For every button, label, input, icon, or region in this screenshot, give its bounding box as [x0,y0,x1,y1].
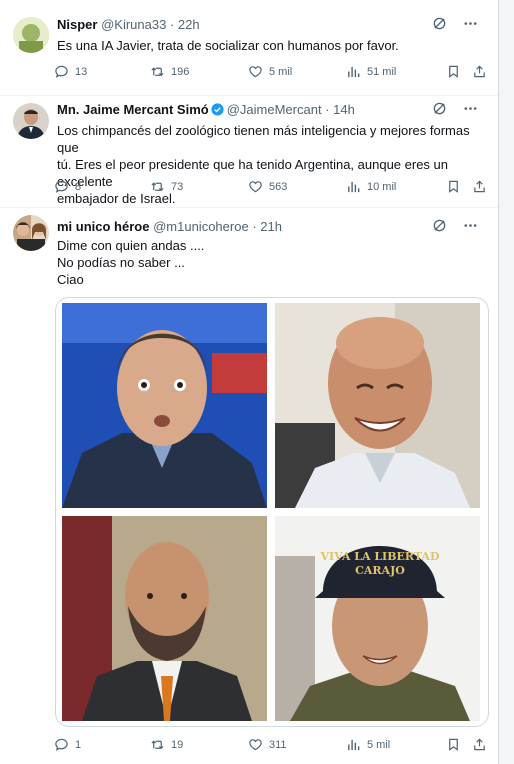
cap-text: VIVA LA LIBERTAD [320,550,440,563]
grok-icon[interactable] [432,218,447,233]
display-name[interactable]: mi unico héroe [57,219,149,234]
media-photo[interactable] [62,303,267,508]
tweet[interactable]: Nisper @Kiruna33 · 22h Es una IA Javier,… [0,0,498,96]
reply-button[interactable]: 1 [54,737,81,752]
reply-count: 1 [75,738,82,751]
verified-badge-icon [211,103,224,116]
retweet-count: 196 [171,65,190,78]
avatar[interactable] [13,215,49,251]
like-icon [249,739,262,751]
tweet-text: Dime con quien andas .... No podías no s… [57,237,486,288]
tweet-text-line: Es una IA Javier, trata de socializar co… [57,38,399,53]
timestamp[interactable]: · 14h [325,102,355,117]
views-button[interactable]: 5 mil [346,737,390,752]
avatar[interactable] [13,17,49,53]
display-name[interactable]: Nisper [57,17,97,32]
user-handle[interactable]: @Kiruna33 [101,17,166,32]
tweet-text: Es una IA Javier, trata de socializar co… [57,37,486,54]
share-icon [474,738,485,751]
media-photo[interactable] [62,516,267,721]
more-icon[interactable] [463,101,478,116]
share-icon [474,180,485,193]
like-icon [249,66,262,78]
bookmark-button[interactable] [446,64,461,79]
like-count: 563 [269,180,288,193]
reply-button[interactable]: 13 [54,64,87,79]
tweet-actions: 1 19 311 5 mil [54,737,488,753]
share-button[interactable] [472,64,487,79]
media-photo[interactable] [275,303,480,508]
views-icon [348,739,360,751]
tweet-header: Mn. Jaime Mercant Simó @JaimeMercant · 14… [57,101,490,118]
timestamp[interactable]: · 22h [170,17,200,32]
share-button[interactable] [472,179,487,194]
scrollbar[interactable] [499,0,514,764]
views-button[interactable]: 10 mil [346,179,396,194]
retweet-button[interactable]: 196 [150,64,189,79]
tweet-header: mi unico héroe @m1unicoheroe · 21h [57,218,490,235]
bookmark-icon [449,65,458,78]
bookmark-button[interactable] [446,737,461,752]
grok-icon[interactable] [432,16,447,31]
share-button[interactable] [472,737,487,752]
retweet-icon [151,182,164,192]
views-icon [348,66,360,78]
cap-text: CARAJO [355,564,405,577]
retweet-icon [151,740,164,750]
like-button[interactable]: 563 [248,179,287,194]
reply-count: 8 [75,180,82,193]
reply-icon [55,65,68,78]
views-count: 10 mil [367,180,397,193]
retweet-count: 19 [171,738,184,751]
avatar[interactable] [13,103,49,139]
like-count: 311 [269,738,287,751]
views-count: 51 mil [367,65,397,78]
bookmark-icon [449,180,458,193]
user-handle[interactable]: @JaimeMercant [227,102,322,117]
share-icon [474,65,485,78]
reply-button[interactable]: 8 [54,179,81,194]
retweet-button[interactable]: 73 [150,179,183,194]
media-photo[interactable]: VIVA LA LIBERTAD CARAJO [275,516,480,721]
like-icon [249,181,262,193]
tweet-text-line: Ciao [57,272,84,287]
like-button[interactable]: 5 mil [248,64,292,79]
views-button[interactable]: 51 mil [346,64,396,79]
bookmark-button[interactable] [446,179,461,194]
tweet-media-grid: VIVA LA LIBERTAD CARAJO [55,297,489,727]
bookmark-icon [449,738,458,751]
tweet-actions: 8 73 563 10 mil [54,179,488,195]
retweet-icon [151,67,164,77]
display-name[interactable]: Mn. Jaime Mercant Simó [57,102,209,117]
timestamp[interactable]: · 21h [252,219,282,234]
like-count: 5 mil [269,65,293,78]
like-button[interactable]: 311 [248,737,287,752]
reply-count: 13 [75,65,88,78]
grok-icon[interactable] [432,101,447,116]
timeline: Nisper @Kiruna33 · 22h Es una IA Javier,… [0,0,499,764]
user-handle[interactable]: @m1unicoheroe [153,219,249,234]
reply-icon [55,180,68,193]
tweet-text-line: No podías no saber ... [57,255,185,270]
more-icon[interactable] [463,218,478,233]
views-count: 5 mil [367,738,391,751]
tweet-header: Nisper @Kiruna33 · 22h [57,16,490,33]
tweet-actions: 13 196 5 mil 51 mil [54,64,488,80]
retweet-count: 73 [171,180,184,193]
tweet[interactable]: Mn. Jaime Mercant Simó @JaimeMercant · 14… [0,95,498,208]
retweet-button[interactable]: 19 [150,737,183,752]
tweet-text-line: Dime con quien andas .... [57,238,205,253]
reply-icon [55,738,68,751]
views-icon [348,181,360,193]
more-icon[interactable] [463,16,478,31]
tweet-text-line: Los chimpancés del zoológico tienen más … [57,123,470,155]
